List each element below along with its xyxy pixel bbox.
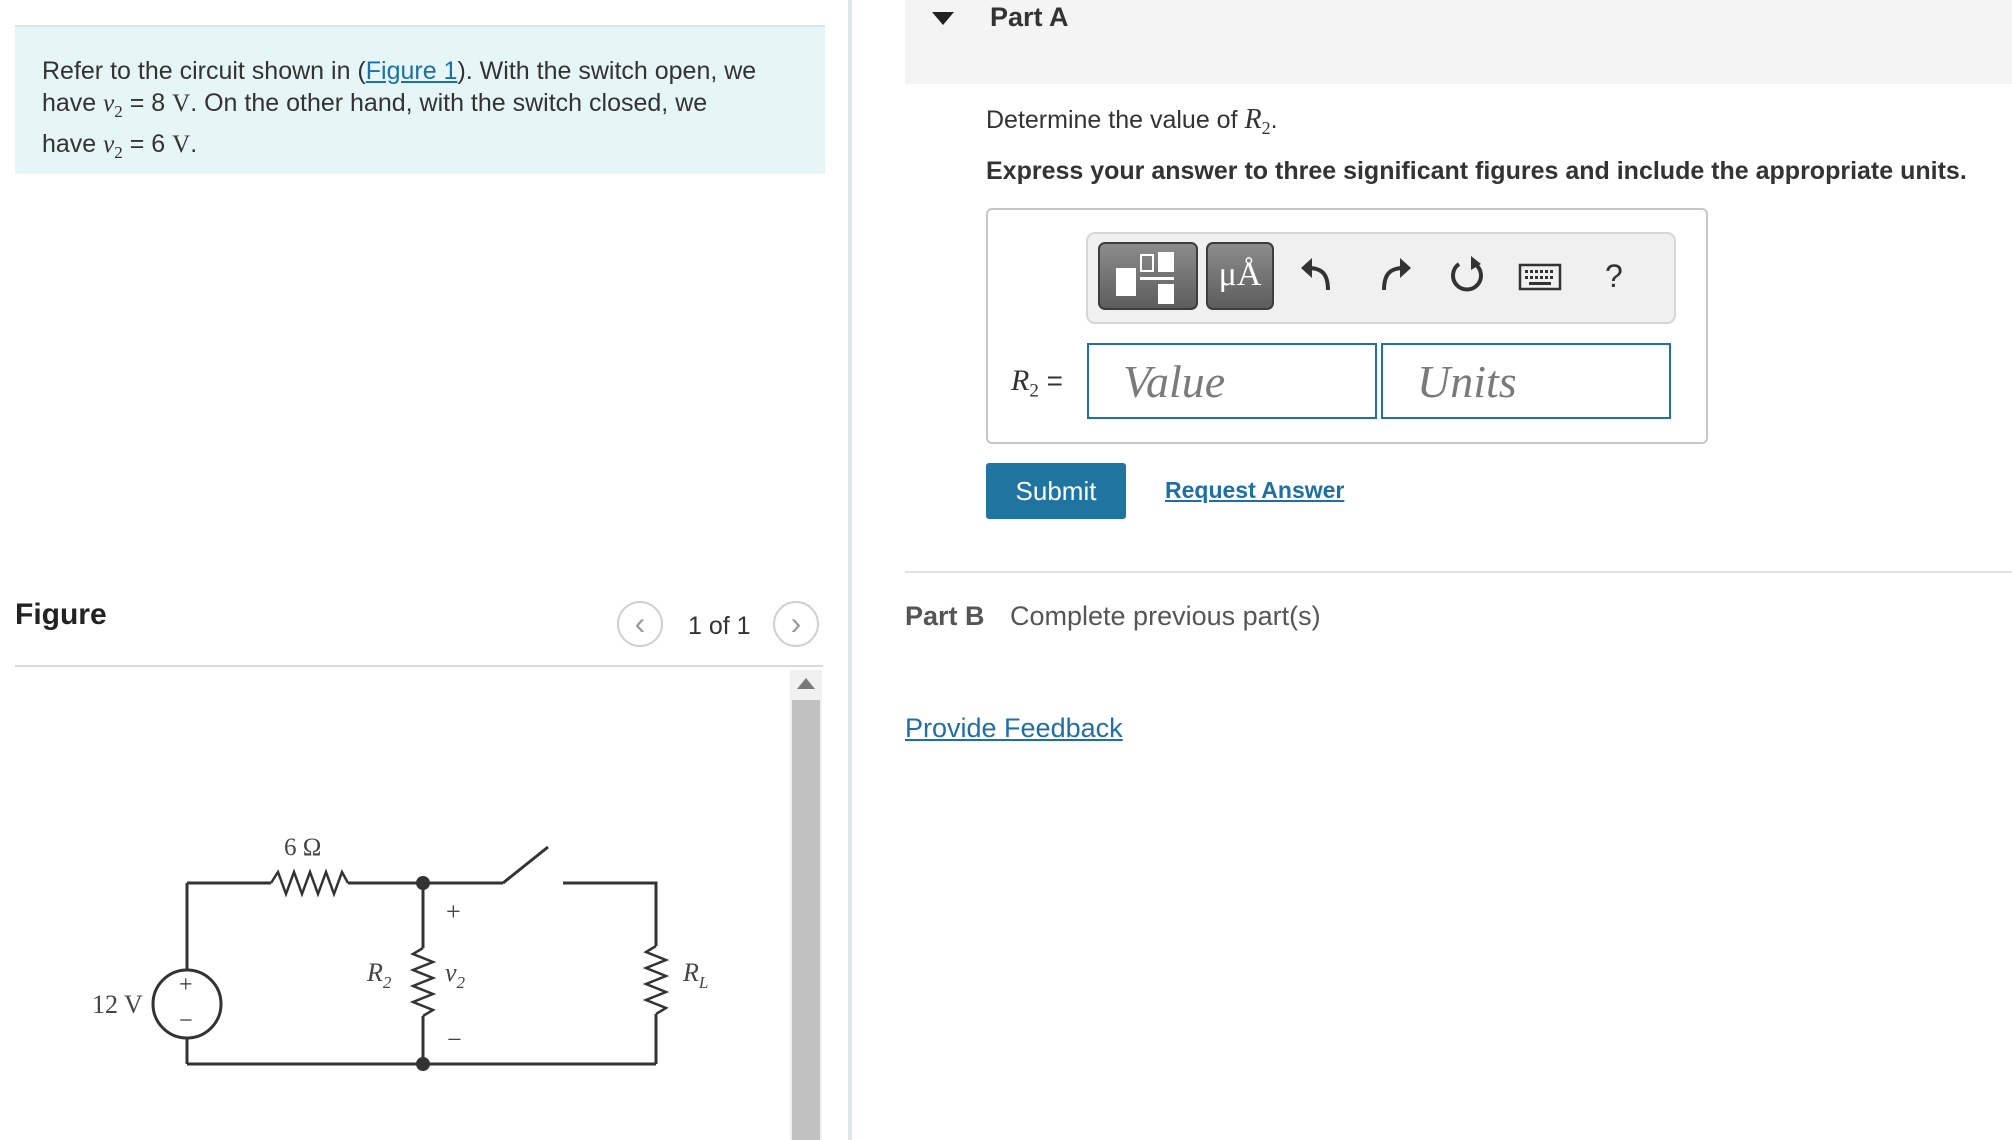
submit-button[interactable]: Submit bbox=[986, 463, 1126, 519]
figure-counter: 1 of 1 bbox=[688, 612, 751, 640]
chevron-left-icon: ‹ bbox=[634, 605, 646, 641]
source-plus: + bbox=[179, 972, 193, 998]
part-b-title: Part B bbox=[905, 601, 985, 631]
circuit-diagram: + − 12 V 6 Ω R2 v2 + − RL bbox=[92, 834, 708, 1071]
figure-1-link[interactable]: Figure 1 bbox=[366, 57, 458, 85]
rl-label-sub: L bbox=[698, 973, 708, 992]
part-a-title: Part A bbox=[990, 2, 1069, 32]
answer-label-eq: = bbox=[1038, 365, 1063, 396]
v2-subscript: 2 bbox=[114, 102, 123, 121]
reset-icon[interactable] bbox=[1445, 248, 1489, 304]
answer-label-sub: 2 bbox=[1029, 380, 1039, 402]
templates-button[interactable] bbox=[1098, 242, 1198, 310]
v2-label-var: v bbox=[445, 958, 457, 987]
units-button[interactable]: μÅ bbox=[1206, 242, 1274, 310]
wire-right bbox=[563, 881, 658, 1064]
question-var: R bbox=[1244, 104, 1262, 135]
switch bbox=[502, 845, 549, 885]
templates-icon-block1 bbox=[1116, 268, 1136, 296]
question-post: . bbox=[1270, 106, 1278, 134]
figure-title: Figure bbox=[15, 598, 107, 631]
problem-have-2: have bbox=[42, 130, 97, 158]
collapse-caret-icon[interactable] bbox=[932, 12, 954, 25]
templates-icon-box bbox=[1140, 254, 1154, 272]
v2-closed-value: 6 bbox=[151, 130, 166, 158]
v2-label-sub: 2 bbox=[457, 973, 466, 992]
r2-label-var: R bbox=[366, 958, 383, 987]
value-input[interactable] bbox=[1087, 343, 1377, 419]
problem-text-line2: . On the other hand, with the switch clo… bbox=[190, 89, 708, 117]
resistor-rl bbox=[642, 944, 670, 1016]
rl-label-var: R bbox=[682, 958, 699, 987]
period: . bbox=[190, 130, 198, 158]
equals: = bbox=[122, 89, 152, 117]
instruction-text: Express your answer to three significant… bbox=[986, 157, 1967, 185]
r2-label-sub: 2 bbox=[383, 973, 392, 992]
v2-label: v2 bbox=[445, 958, 466, 992]
figure-prev-button[interactable]: ‹ bbox=[617, 601, 663, 647]
units-icon: μÅ bbox=[1218, 256, 1262, 293]
rl-label: RL bbox=[682, 958, 708, 992]
v2-subscript-2: 2 bbox=[114, 143, 123, 162]
chevron-right-icon: › bbox=[790, 605, 802, 641]
source-minus: − bbox=[179, 1008, 193, 1034]
problem-have-1: have bbox=[42, 89, 97, 117]
source-label: 12 V bbox=[92, 990, 143, 1019]
part-a-header[interactable] bbox=[905, 0, 2012, 84]
question-text: Determine the value of R2. bbox=[986, 104, 1278, 139]
problem-statement: Refer to the circuit shown in (Figure 1)… bbox=[15, 25, 825, 174]
question-pre: Determine the value of bbox=[986, 106, 1245, 134]
v2-symbol-2: v bbox=[103, 131, 115, 158]
figure-next-button[interactable]: › bbox=[773, 601, 819, 647]
units-input[interactable] bbox=[1381, 343, 1671, 419]
problem-text-line1: Refer to the circuit shown in ( bbox=[42, 57, 366, 85]
problem-text: Refer to the circuit shown in (Figure 1)… bbox=[42, 55, 802, 169]
v2-plus: + bbox=[446, 897, 461, 926]
provide-feedback-link[interactable]: Provide Feedback bbox=[905, 713, 1123, 744]
figure-divider bbox=[15, 665, 823, 667]
help-icon[interactable]: ? bbox=[1605, 258, 1623, 295]
resistor-6-ohm bbox=[269, 868, 350, 898]
resistor-6-ohm-label: 6 Ω bbox=[284, 834, 321, 861]
figure-scrollbar-thumb[interactable] bbox=[792, 700, 820, 1140]
r2-label: R2 bbox=[366, 958, 392, 992]
redo-icon[interactable] bbox=[1374, 248, 1414, 304]
question-sub: 2 bbox=[1261, 118, 1271, 138]
templates-icon bbox=[1100, 244, 1196, 308]
volt-unit: V bbox=[172, 90, 191, 117]
node-bottom bbox=[416, 1057, 430, 1071]
undo-icon[interactable] bbox=[1298, 248, 1338, 304]
templates-icon-bar bbox=[1140, 277, 1174, 280]
node-top bbox=[416, 876, 430, 890]
part-b-status: Complete previous part(s) bbox=[1010, 601, 1321, 631]
answer-label: R2 = bbox=[1011, 364, 1063, 403]
keyboard-icon[interactable] bbox=[1518, 262, 1562, 292]
problem-text-line1-end: ). With the switch open, we bbox=[457, 57, 757, 85]
scroll-up-arrow-icon[interactable] bbox=[797, 678, 815, 689]
request-answer-link[interactable]: Request Answer bbox=[1165, 477, 1344, 504]
v2-minus: − bbox=[447, 1025, 462, 1054]
templates-icon-block2 bbox=[1158, 252, 1174, 272]
templates-icon-block3 bbox=[1158, 284, 1174, 304]
v2-open-value: 8 bbox=[151, 89, 166, 117]
resistor-r2 bbox=[409, 946, 437, 1018]
part-divider bbox=[905, 571, 2012, 573]
equals-2: = bbox=[122, 130, 152, 158]
volt-unit-2: V bbox=[172, 131, 191, 158]
panel-divider bbox=[848, 0, 852, 1140]
v2-symbol: v bbox=[103, 90, 115, 117]
answer-label-var: R bbox=[1011, 364, 1030, 397]
